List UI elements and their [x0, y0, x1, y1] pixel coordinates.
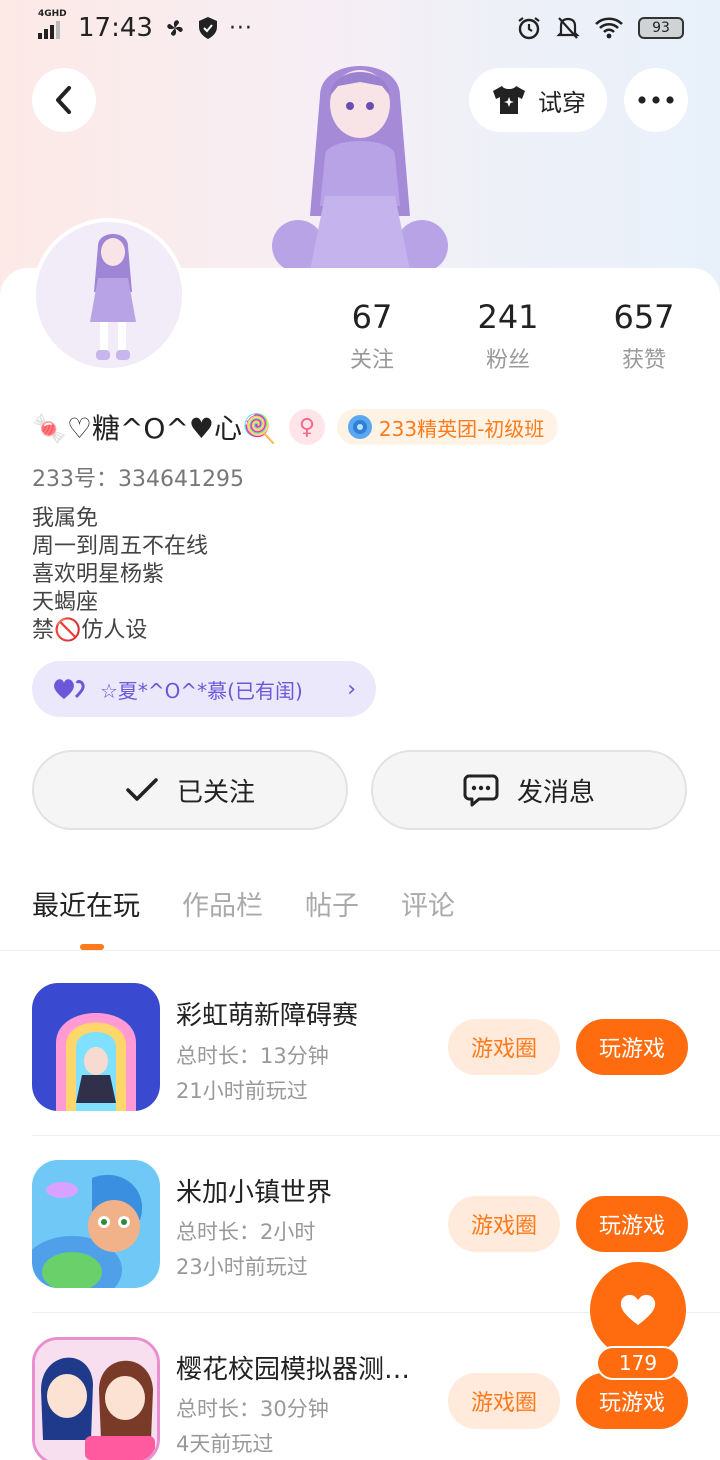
- profile-tabs: 最近在玩 作品栏 帖子 评论: [32, 884, 455, 923]
- female-gender-icon: ♀: [288, 409, 325, 445]
- nickname: 🍬♡糖^O^♥心🍭: [32, 412, 277, 445]
- tshirt-icon: [493, 86, 525, 114]
- game-circle-button[interactable]: 游戏圈: [448, 1373, 560, 1429]
- rank-badge-label: 233精英团-初级班: [378, 416, 545, 441]
- avatar-image: [36, 222, 182, 368]
- bio-line: 喜欢明星杨紫: [32, 562, 165, 587]
- rank-gem-icon: [347, 415, 372, 439]
- divider: [32, 1135, 720, 1136]
- more-icon: [638, 96, 674, 104]
- play-game-button[interactable]: 玩游戏: [576, 1019, 688, 1075]
- stat-likes[interactable]: 657 获赞: [589, 298, 699, 374]
- tab-posts[interactable]: 帖子: [305, 884, 359, 923]
- more-status-icon: ···: [228, 15, 253, 41]
- game-last-played: 4天前玩过: [176, 1432, 274, 1456]
- stat-value: 241: [477, 298, 539, 336]
- game-icon: [32, 1337, 160, 1460]
- bio: 我属免 周一到周五不在线 喜欢明星杨紫 天蝎座 禁🚫仿人设: [32, 505, 208, 645]
- divider: [0, 950, 720, 951]
- game-duration: 总时长：30分钟: [176, 1397, 329, 1421]
- user-id: 233号：334641295: [32, 467, 244, 492]
- stat-label: 粉丝: [485, 348, 530, 373]
- followed-label: 已关注: [176, 777, 255, 808]
- stat-label: 关注: [349, 348, 394, 373]
- tab-works[interactable]: 作品栏: [182, 884, 263, 923]
- send-message-button[interactable]: 发消息: [371, 750, 687, 830]
- game-circle-button[interactable]: 游戏圈: [448, 1019, 560, 1075]
- bio-line: 天蝎座: [32, 590, 99, 615]
- chevron-right-icon: ›: [347, 676, 356, 702]
- stat-label: 获赞: [621, 348, 666, 373]
- game-duration: 总时长：13分钟: [176, 1044, 329, 1068]
- stat-followers[interactable]: 241 粉丝: [453, 298, 563, 374]
- wifi-icon: [595, 17, 623, 39]
- followed-button[interactable]: 已关注: [32, 750, 348, 830]
- rank-badge[interactable]: 233精英团-初级班: [336, 409, 559, 445]
- game-last-played: 21小时前玩过: [176, 1079, 308, 1103]
- play-game-button[interactable]: 玩游戏: [576, 1196, 688, 1252]
- game-circle-button[interactable]: 游戏圈: [448, 1196, 560, 1252]
- character-showcase: [272, 66, 448, 270]
- heart-icon: [620, 1294, 656, 1325]
- game-title: 米加小镇世界: [176, 1178, 333, 1208]
- stat-value: 67: [351, 298, 393, 336]
- alarm-icon: [518, 17, 540, 40]
- bio-line: 周一到周五不在线: [32, 534, 209, 559]
- tab-comments[interactable]: 评论: [401, 884, 455, 923]
- game-icon: [32, 983, 160, 1111]
- tab-recently-played[interactable]: 最近在玩: [32, 884, 140, 923]
- stat-value: 657: [613, 298, 675, 336]
- like-count: 179: [596, 1346, 680, 1380]
- cp-relationship-pill[interactable]: ☆夏*^O^*慕(已有闺) ›: [32, 661, 376, 717]
- chevron-left-icon: [56, 86, 71, 114]
- mute-bell-icon: [556, 17, 580, 39]
- chat-bubble-icon: [463, 774, 499, 807]
- more-options-button[interactable]: [624, 68, 688, 132]
- back-button[interactable]: [32, 68, 96, 132]
- try-on-label: 试穿: [538, 88, 586, 117]
- list-item[interactable]: 彩虹萌新障碍赛 总时长：13分钟 21小时前玩过 游戏圈 玩游戏: [0, 983, 720, 1136]
- game-title: 彩虹萌新障碍赛: [176, 1001, 359, 1031]
- game-duration: 总时长：2小时: [176, 1220, 316, 1244]
- fan-icon: [167, 20, 183, 36]
- signal-icon: 4GHD: [38, 9, 68, 39]
- stat-following[interactable]: 67 关注: [317, 298, 427, 374]
- cp-label: ☆夏*^O^*慕(已有闺): [100, 678, 303, 703]
- bio-line: 我属免: [32, 506, 99, 531]
- name-row: 🍬♡糖^O^♥心🍭 ♀ 233精英团-初级班: [32, 406, 559, 448]
- bio-line: 禁🚫仿人设: [32, 618, 148, 643]
- game-last-played: 23小时前玩过: [176, 1255, 308, 1279]
- double-heart-icon: [54, 679, 85, 699]
- battery-indicator: 93: [638, 17, 684, 39]
- check-icon: [126, 778, 158, 801]
- play-game-button[interactable]: 玩游戏: [576, 1373, 688, 1429]
- game-title: 樱花校园模拟器测…: [176, 1355, 411, 1385]
- status-time: 17:43: [78, 13, 153, 43]
- send-message-label: 发消息: [516, 777, 595, 808]
- like-button[interactable]: [590, 1262, 686, 1358]
- game-icon: [32, 1160, 160, 1288]
- avatar[interactable]: [32, 218, 186, 372]
- shield-icon: [198, 17, 217, 39]
- try-on-button[interactable]: 试穿: [469, 68, 607, 132]
- status-bar: 4GHD 17:43 ··· 93: [0, 0, 720, 56]
